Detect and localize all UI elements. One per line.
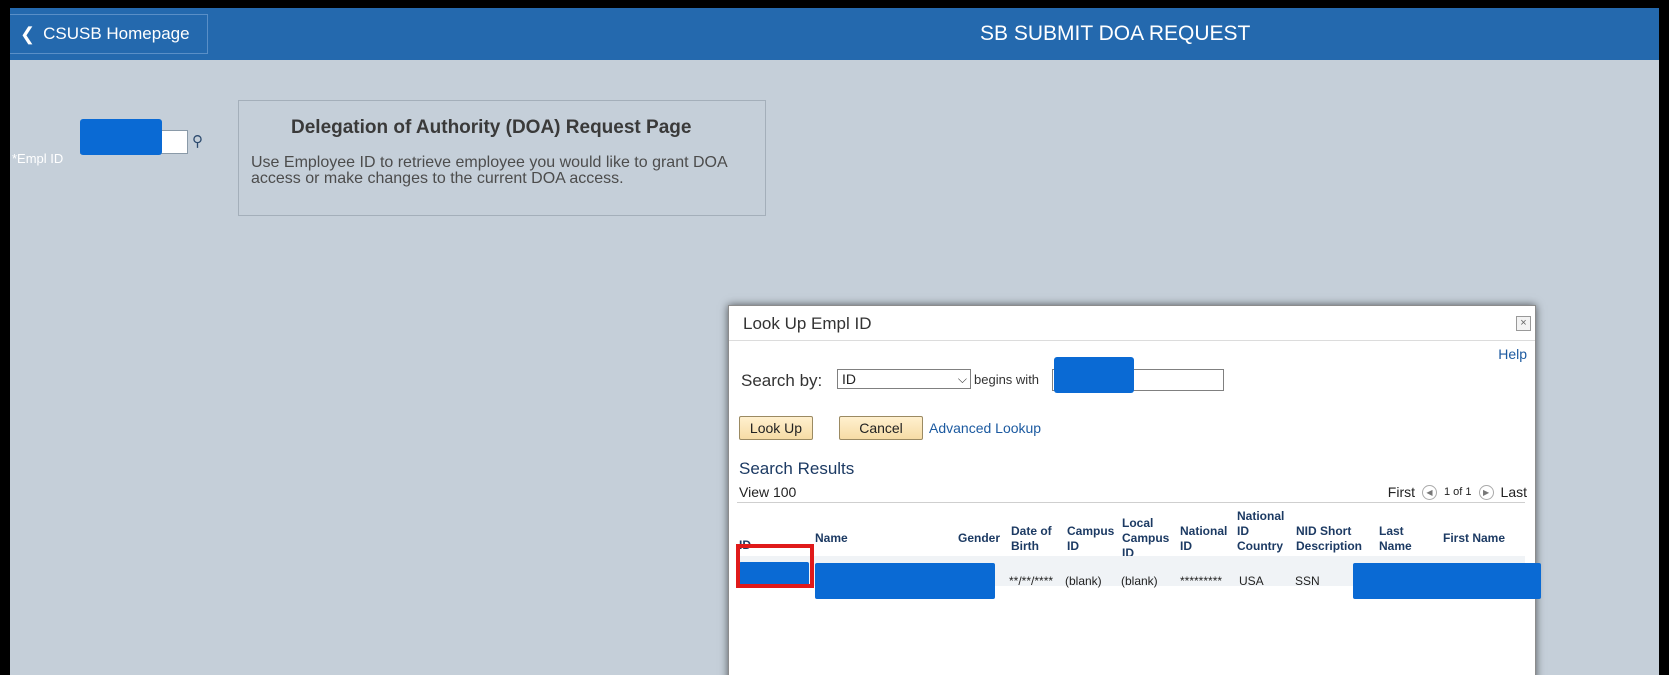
close-icon[interactable]: × <box>1516 316 1531 331</box>
col-header-campus-id[interactable]: Campus ID <box>1067 524 1117 554</box>
search-by-value: ID <box>842 371 856 387</box>
cell-dob: **/**/**** <box>1009 574 1054 588</box>
divider <box>729 340 1535 341</box>
next-icon[interactable]: ▶ <box>1478 484 1494 500</box>
view-100-link[interactable]: View 100 <box>739 484 796 500</box>
cell-nid-short: SSN <box>1295 574 1320 588</box>
lookup-button[interactable]: Look Up <box>739 416 813 440</box>
info-text: Use Employee ID to retrieve employee you… <box>251 154 727 187</box>
header-bar: ❮ CSUSB Homepage SB SUBMIT DOA REQUEST <box>10 8 1659 60</box>
begins-with-label: begins with <box>974 372 1040 387</box>
modal-title: Look Up Empl ID <box>743 314 872 333</box>
col-header-gender[interactable]: Gender <box>958 531 1004 546</box>
advanced-lookup-link[interactable]: Advanced Lookup <box>929 420 1041 436</box>
cancel-button[interactable]: Cancel <box>839 416 923 440</box>
redacted-value <box>80 119 162 155</box>
pager-count: 1 of 1 <box>1444 486 1472 498</box>
chevron-left-icon: ❮ <box>20 24 36 44</box>
pager: First ◀ 1 of 1 ▶ Last <box>1388 484 1527 500</box>
redacted-value <box>1054 357 1134 393</box>
help-link[interactable]: Help <box>1498 346 1527 362</box>
redacted-name <box>815 563 995 599</box>
cell-country: USA <box>1239 574 1264 588</box>
search-icon[interactable]: ⚲ <box>192 132 203 150</box>
cell-national-id: ********* <box>1180 574 1223 588</box>
col-header-name[interactable]: Name <box>815 531 941 546</box>
cell-local-campus-id: (blank) <box>1121 574 1158 588</box>
search-by-label: Search by: <box>741 371 823 390</box>
search-by-select[interactable]: ID ⌵ <box>837 369 971 389</box>
col-header-national-id[interactable]: National ID <box>1180 524 1234 554</box>
lookup-modal: Look Up Empl ID × Help Search by: ID ⌵ b… <box>728 305 1541 675</box>
doa-info-box: Delegation of Authority (DOA) Request Pa… <box>238 100 766 216</box>
pager-first[interactable]: First <box>1388 484 1415 500</box>
results-title: Search Results <box>739 459 855 478</box>
page-title: SB SUBMIT DOA REQUEST <box>980 22 1251 45</box>
back-label: CSUSB Homepage <box>43 24 190 43</box>
col-header-last-name[interactable]: Last Name <box>1379 524 1419 554</box>
highlight-box <box>736 544 814 588</box>
pager-last[interactable]: Last <box>1501 484 1527 500</box>
col-header-nid-short[interactable]: NID Short Description <box>1296 524 1374 554</box>
previous-icon[interactable]: ◀ <box>1422 484 1437 500</box>
info-title: Delegation of Authority (DOA) Request Pa… <box>291 117 692 138</box>
cell-campus-id: (blank) <box>1065 574 1102 588</box>
col-header-national-id-country[interactable]: National ID Country <box>1237 509 1289 554</box>
col-header-first-name[interactable]: First Name <box>1443 531 1529 546</box>
chevron-down-icon: ⌵ <box>957 372 967 386</box>
empl-id-label: *Empl ID <box>12 151 64 166</box>
grid-divider <box>737 502 1525 503</box>
col-header-local-campus-id[interactable]: Local Campus ID <box>1122 516 1174 561</box>
redacted-last-first-name <box>1353 563 1541 599</box>
col-header-dob[interactable]: Date of Birth <box>1011 524 1059 554</box>
app-frame: ❮ CSUSB Homepage SB SUBMIT DOA REQUEST *… <box>10 8 1659 675</box>
back-to-homepage-button[interactable]: ❮ CSUSB Homepage <box>10 14 208 54</box>
